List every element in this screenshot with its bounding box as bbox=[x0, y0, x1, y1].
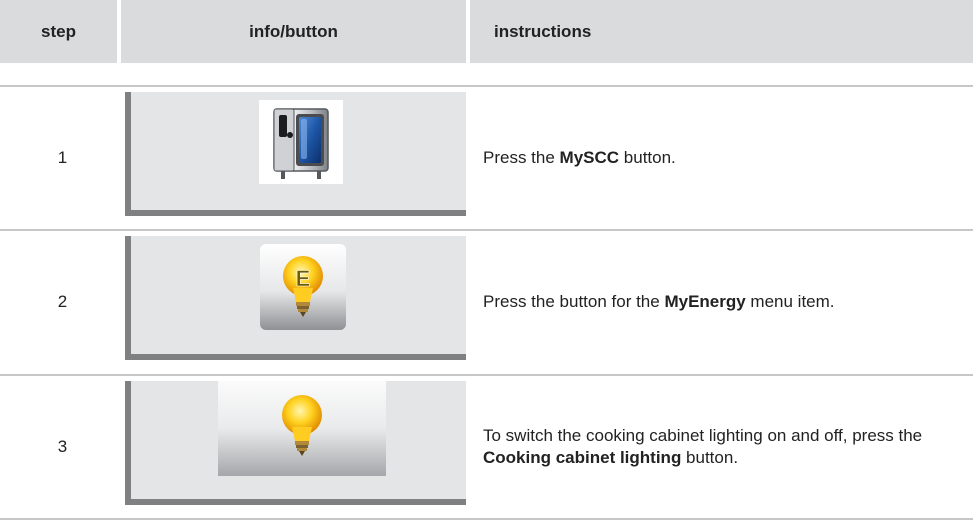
instruction-keyword: Cooking cabinet lighting bbox=[483, 447, 682, 467]
cooking-cabinet-lighting-button[interactable] bbox=[218, 381, 386, 476]
lightbulb-icon bbox=[218, 381, 386, 476]
header-instructions: instructions bbox=[470, 0, 973, 63]
info-panel: E bbox=[125, 236, 466, 360]
instruction-keyword: MySCC bbox=[559, 147, 620, 167]
instruction-text: Press the MySCC button. bbox=[483, 147, 676, 167]
header-step: step bbox=[0, 0, 117, 63]
instruction-text: Press the button for the MyEnergy menu i… bbox=[483, 291, 835, 311]
row-divider bbox=[0, 518, 973, 520]
energy-bulb-icon: E bbox=[260, 244, 346, 330]
svg-text:E: E bbox=[296, 266, 311, 291]
myenergy-button[interactable]: E bbox=[260, 244, 346, 330]
step-number: 1 bbox=[57, 147, 68, 167]
info-panel bbox=[125, 381, 466, 505]
info-panel bbox=[125, 92, 466, 216]
step-row-3: 3 To switch the cooking cabinet lighting… bbox=[0, 376, 973, 517]
step-row-1: 1 Press the MySCC button. bbox=[0, 87, 973, 228]
instruction-keyword: MyEnergy bbox=[664, 291, 746, 311]
instruction-text: To switch the cooking cabinet lighting o… bbox=[483, 425, 923, 467]
step-number: 2 bbox=[57, 291, 68, 311]
oven-icon bbox=[259, 100, 343, 184]
header-info-button: info/button bbox=[121, 0, 466, 63]
step-number: 3 bbox=[57, 436, 68, 456]
step-row-2: 2 E Press the button for the MyEnergy me… bbox=[0, 231, 973, 372]
myscc-button[interactable] bbox=[259, 100, 343, 184]
